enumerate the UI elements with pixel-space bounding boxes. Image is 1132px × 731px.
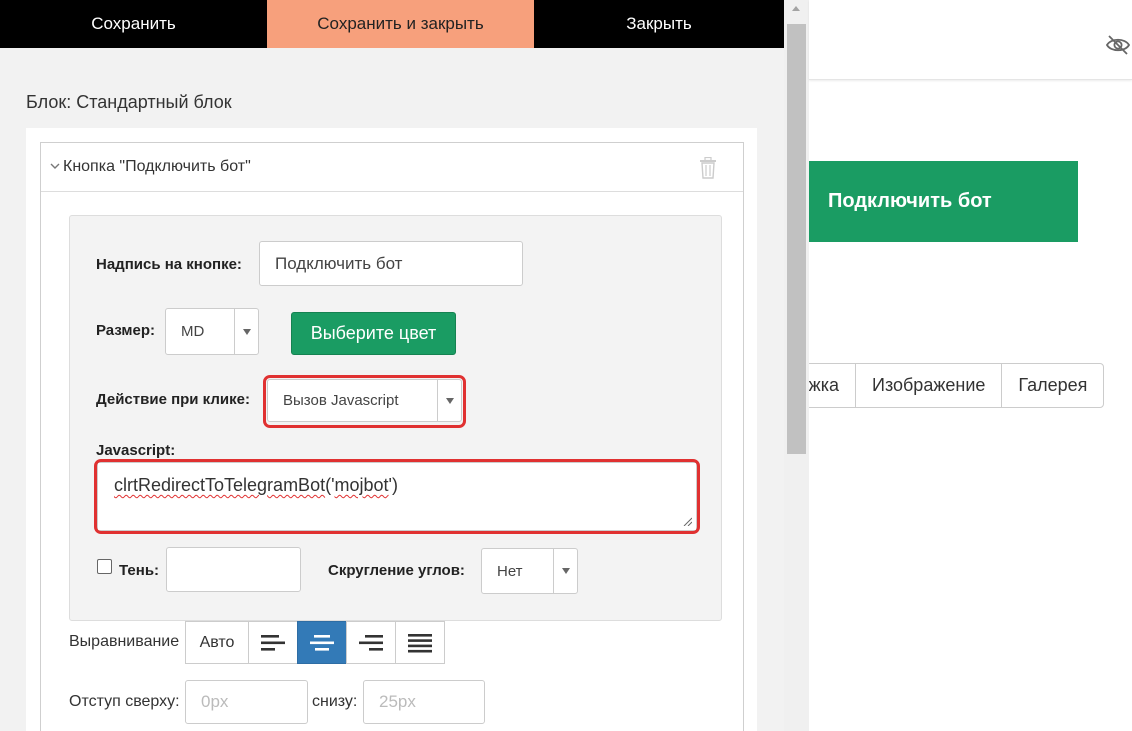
javascript-label: Javascript:: [96, 442, 176, 459]
editor-panel: Блок: Стандартный блок Кнопка "Подключит…: [0, 48, 784, 731]
size-select[interactable]: MD: [165, 308, 259, 355]
choose-color-button[interactable]: Выберите цвет: [291, 312, 456, 355]
shadow-checkbox[interactable]: [97, 559, 112, 574]
shadow-label: Тень:: [119, 562, 160, 579]
align-auto-button[interactable]: Авто: [185, 621, 249, 664]
button-properties: Надпись на кнопке: Подключить бот Размер…: [69, 215, 722, 621]
preview-connect-bot-button[interactable]: Подключить бот: [809, 161, 1078, 242]
caret-down-icon[interactable]: [234, 309, 258, 354]
block-title: Блок: Стандартный блок: [26, 92, 232, 112]
align-left-icon: [261, 634, 285, 651]
media-tab-partial[interactable]: жка: [809, 363, 856, 408]
scroll-up-icon[interactable]: [792, 6, 800, 11]
corner-rounding-label: Скругление углов:: [328, 562, 465, 579]
offset-bottom-input[interactable]: 25px: [363, 680, 485, 724]
highlight-action: [263, 375, 466, 428]
align-justify-icon: [408, 633, 432, 652]
media-tabs: жка Изображение Галерея: [809, 363, 1105, 408]
preview-header: [809, 0, 1132, 80]
element-title: Кнопка "Подключить бот": [63, 158, 251, 175]
size-value: MD: [181, 323, 205, 340]
corner-rounding-select[interactable]: Нет: [481, 548, 578, 594]
trash-icon[interactable]: [699, 157, 717, 179]
align-right-button[interactable]: [346, 621, 396, 664]
close-button[interactable]: Закрыть: [534, 0, 784, 48]
button-label-label: Надпись на кнопке:: [96, 256, 242, 273]
save-button[interactable]: Сохранить: [0, 0, 267, 48]
align-right-icon: [359, 634, 383, 651]
click-action-label: Действие при клике:: [96, 391, 250, 408]
chevron-down-icon[interactable]: [49, 160, 61, 172]
offset-bottom-label: снизу:: [312, 693, 358, 710]
highlight-javascript: [94, 459, 700, 534]
scrollbar-thumb[interactable]: [787, 24, 806, 454]
button-label-input[interactable]: Подключить бот: [259, 241, 523, 286]
media-tab-gallery[interactable]: Галерея: [1001, 363, 1105, 408]
alignment-label: Выравнивание: [69, 633, 180, 650]
editor-scrollbar[interactable]: [784, 0, 809, 731]
align-center-icon: [310, 634, 334, 651]
size-label: Размер:: [96, 322, 156, 339]
shadow-input[interactable]: [166, 547, 301, 592]
alignment-group: Авто: [185, 621, 445, 664]
corner-rounding-value: Нет: [497, 562, 523, 580]
block-container: Кнопка "Подключить бот" Надпись на кнопк…: [26, 128, 757, 731]
align-justify-button[interactable]: [395, 621, 445, 664]
save-and-close-button[interactable]: Сохранить и закрыть: [267, 0, 534, 48]
element-panel: Кнопка "Подключить бот" Надпись на кнопк…: [40, 142, 744, 731]
eye-off-icon[interactable]: [1106, 34, 1130, 56]
media-tab-image[interactable]: Изображение: [855, 363, 1003, 408]
editor-toolbar: Сохранить Сохранить и закрыть Закрыть: [0, 0, 784, 48]
caret-down-icon[interactable]: [553, 549, 577, 593]
align-center-button[interactable]: [297, 621, 347, 664]
offset-top-label: Отступ сверху:: [69, 693, 180, 710]
element-header[interactable]: Кнопка "Подключить бот": [41, 143, 743, 192]
align-left-button[interactable]: [248, 621, 298, 664]
offset-top-input[interactable]: 0px: [185, 680, 308, 724]
